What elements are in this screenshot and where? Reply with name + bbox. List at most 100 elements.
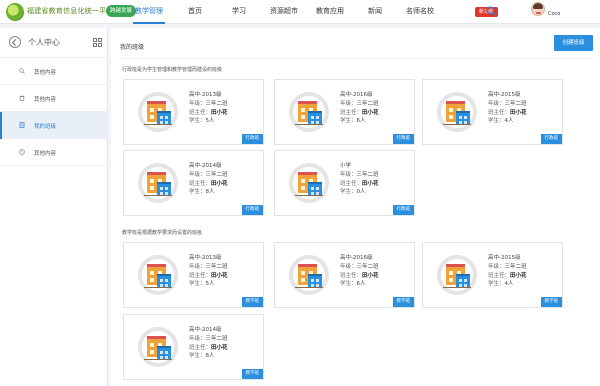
class-card[interactable]: 高中-2014级 年级：三年二班 班主任：田小花 学生：8人 行政班 — [123, 150, 264, 216]
class-name: 高中-2015级 — [488, 255, 521, 261]
class-teacher: 班主任：田小花 — [488, 272, 527, 279]
sidebar-title: 个人中心 — [28, 38, 60, 47]
class-type-tag: 教学班 — [241, 297, 263, 307]
class-grade: 年级：三年二班 — [488, 100, 527, 107]
class-type-tag: 行政班 — [241, 205, 263, 215]
class-card[interactable]: 高中-2013级 年级：三年二班 班主任：田小花 学生：5人 行政班 — [123, 79, 264, 145]
class-students: 学生：8人 — [189, 189, 215, 196]
class-students: 学生：6人 — [340, 281, 366, 288]
sidebar-item-other-3[interactable]: 其他内容 — [0, 139, 108, 166]
nav-education-apps[interactable]: 教育应用 — [307, 0, 353, 24]
class-students: 学生：6人 — [340, 118, 366, 125]
class-card[interactable]: 高中-2016级 年级：三年二班 班主任：田小花 学生：6人 教学班 — [274, 242, 415, 308]
school-building-icon — [138, 255, 178, 295]
sidebar-item-my-classes[interactable]: 我的班级 — [0, 112, 108, 139]
class-name: 高中-2014级 — [189, 327, 222, 333]
class-grade: 年级：三年二班 — [189, 263, 228, 270]
class-grade: 年级：三年二班 — [189, 171, 228, 178]
main-content: 我的班级 创建班级 行政班是为学生管理和教学管理而建设的班级 高中-2013级 … — [111, 28, 600, 386]
school-building-icon — [437, 92, 477, 132]
title-divider — [120, 58, 594, 59]
class-name: 高中-2013级 — [189, 255, 222, 261]
class-teacher: 班主任：田小花 — [189, 109, 228, 116]
class-students: 学生：5人 — [189, 118, 215, 125]
grid-menu-icon[interactable] — [93, 38, 102, 47]
admin-class-section-title: 行政班是为学生管理和教学管理而建设的班级 — [122, 67, 223, 73]
nav-resource-market[interactable]: 资源超市 — [261, 0, 307, 24]
school-building-icon — [289, 92, 329, 132]
class-name: 高中-2013级 — [189, 92, 222, 98]
class-students: 学生：4人 — [488, 118, 514, 125]
class-card[interactable]: 高中-2013级 年级：三年二班 班主任：田小花 学生：5人 教学班 — [123, 242, 264, 308]
class-type-tag: 行政班 — [392, 134, 414, 144]
class-students: 学生：4人 — [488, 281, 514, 288]
class-grade: 年级：三年二班 — [340, 100, 379, 107]
document-icon — [19, 122, 25, 128]
class-type-tag: 行政班 — [241, 134, 263, 144]
platform-logo[interactable] — [6, 3, 24, 21]
school-building-icon — [437, 255, 477, 295]
class-name: 高中-2015级 — [488, 92, 521, 98]
create-class-button[interactable]: 创建班级 — [554, 35, 593, 51]
school-building-icon — [138, 327, 178, 367]
class-teacher: 班主任：田小花 — [488, 109, 527, 116]
class-teacher: 班主任：田小花 — [340, 109, 379, 116]
class-grade: 年级：三年二班 — [340, 171, 379, 178]
search-icon — [19, 68, 25, 74]
class-type-tag: 教学班 — [241, 369, 263, 379]
clock-icon — [19, 149, 25, 155]
sidebar-item-other-2[interactable]: 其他内容 — [0, 85, 108, 112]
class-students: 学生：8人 — [189, 353, 215, 360]
class-info: 高中-2015级 年级：三年二班 班主任：田小花 学生：4人 — [488, 91, 527, 126]
school-building-icon — [138, 163, 178, 203]
platform-name[interactable]: 福建省教育信息化统一平台 — [27, 6, 113, 16]
class-name: 高中-2016级 — [340, 255, 373, 261]
class-info: 高中-2013级 年级：三年二班 班主任：田小花 学生：5人 — [189, 254, 228, 289]
user-avatar[interactable] — [531, 2, 545, 16]
class-card[interactable]: 高中-2015级 年级：三年二班 班主任：田小花 学生：4人 教学班 — [422, 242, 563, 308]
class-grade: 年级：三年二班 — [189, 335, 228, 342]
nav-home[interactable]: 首页 — [173, 0, 217, 24]
sidebar-item-label: 其他内容 — [34, 151, 57, 157]
class-teacher: 班主任：田小花 — [340, 272, 379, 279]
sidebar-item-label: 其他内容 — [34, 70, 57, 76]
class-teacher: 班主任：田小花 — [189, 180, 228, 187]
class-info: 高中-2013级 年级：三年二班 班主任：田小花 学生：5人 — [189, 91, 228, 126]
class-type-tag: 教学班 — [540, 297, 562, 307]
class-info: 小学 年级：三年二班 班主任：田小花 学生：0人 — [340, 162, 379, 197]
nav-famous-teachers[interactable]: 名师名校 — [397, 0, 443, 24]
class-grade: 年级：三年二班 — [340, 263, 379, 270]
sidebar-header: 个人中心 — [0, 28, 108, 58]
school-building-icon — [138, 92, 178, 132]
nav-study[interactable]: 学习 — [217, 0, 261, 24]
class-name: 高中-2014级 — [189, 163, 222, 169]
class-students: 学生：5人 — [189, 281, 215, 288]
search-icon[interactable] — [486, 6, 496, 16]
class-teacher: 班主任：田小花 — [189, 272, 228, 279]
trash-icon — [19, 95, 25, 101]
class-type-tag: 行政班 — [540, 134, 562, 144]
class-grade: 年级：三年二班 — [189, 100, 228, 107]
class-teacher: 班主任：田小花 — [189, 344, 228, 351]
nav-news[interactable]: 新闻 — [353, 0, 397, 24]
class-students: 学生：0人 — [340, 189, 366, 196]
class-info: 高中-2016级 年级：三年二班 班主任：田小花 学生：6人 — [340, 254, 379, 289]
class-info: 高中-2015级 年级：三年二班 班主任：田小花 学生：4人 — [488, 254, 527, 289]
class-card[interactable]: 高中-2014级 年级：三年二班 班主任：田小花 学生：8人 教学班 — [123, 314, 264, 380]
page-title: 我的班级 — [120, 44, 145, 51]
class-info: 高中-2014级 年级：三年二班 班主任：田小花 学生：8人 — [189, 326, 228, 361]
class-card[interactable]: 高中-2016级 年级：三年二班 班主任：田小花 学生：6人 行政班 — [274, 79, 415, 145]
class-info: 高中-2016级 年级：三年二班 班主任：田小花 学生：6人 — [340, 91, 379, 126]
back-arrow-icon[interactable] — [9, 36, 21, 48]
class-card[interactable]: 高中-2015级 年级：三年二班 班主任：田小花 学生：4人 行政班 — [422, 79, 563, 145]
class-card[interactable]: 小学 年级：三年二班 班主任：田小花 学生：0人 行政班 — [274, 150, 415, 216]
class-info: 高中-2014级 年级：三年二班 班主任：田小花 学生：8人 — [189, 162, 228, 197]
username[interactable]: Coco — [548, 11, 560, 17]
sidebar-item-other-1[interactable]: 其他内容 — [0, 58, 108, 85]
class-teacher: 班主任：田小花 — [340, 180, 379, 187]
nav-teaching-management[interactable]: 教学管理 — [125, 0, 173, 24]
school-building-icon — [289, 163, 329, 203]
school-building-icon — [289, 255, 329, 295]
class-name: 小学 — [340, 163, 352, 169]
top-header: 福建省教育信息化统一平台 跨越发展 教学管理 首页 学习 资源超市 教育应用 新… — [0, 0, 600, 24]
